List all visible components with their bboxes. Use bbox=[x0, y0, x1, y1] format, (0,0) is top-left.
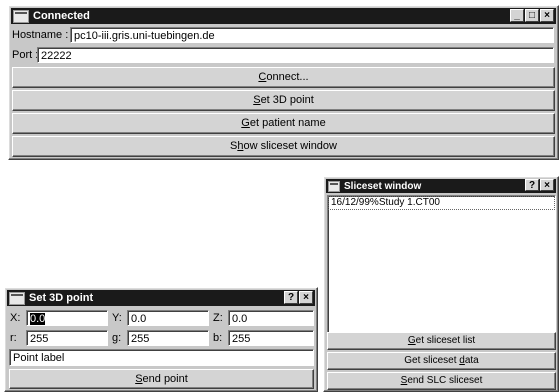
sliceset-window: Sliceset window ? × 16/12/99%Study 1.CT0… bbox=[323, 176, 559, 392]
close-button[interactable]: × bbox=[540, 179, 554, 191]
set3d-titlebar[interactable]: Set 3D point ? × bbox=[7, 290, 315, 306]
set3d-label: et 3D point bbox=[260, 94, 314, 106]
hostname-field[interactable]: pc10-iii.gris.uni-tuebingen.de bbox=[70, 27, 554, 43]
b-label: b: bbox=[213, 332, 223, 344]
close-button[interactable]: × bbox=[299, 291, 313, 304]
z-field[interactable]: 0.0 bbox=[228, 310, 314, 326]
r-label: r: bbox=[10, 332, 17, 344]
connected-titlebar[interactable]: Connected _ □ × bbox=[11, 8, 556, 24]
connect-label: onnect... bbox=[266, 71, 309, 83]
help-button[interactable]: ? bbox=[525, 179, 539, 191]
g-label: g: bbox=[112, 332, 122, 344]
get-data-prefix: Get sliceset bbox=[404, 355, 460, 366]
get-patient-name-button[interactable]: Get patient name bbox=[12, 113, 555, 134]
get-list-mnemonic: G bbox=[407, 335, 416, 346]
send-label: end point bbox=[142, 373, 188, 385]
patient-mnemonic: G bbox=[241, 117, 250, 129]
sliceset-title: Sliceset window bbox=[344, 180, 422, 192]
x-value: 0.0 bbox=[30, 313, 46, 325]
set3d-mnemonic: S bbox=[253, 94, 261, 106]
get-list-label: et sliceset list bbox=[415, 335, 476, 346]
b-field[interactable]: 255 bbox=[228, 330, 314, 346]
r-field[interactable]: 255 bbox=[26, 330, 108, 346]
minimize-button[interactable]: _ bbox=[510, 9, 524, 22]
get-sliceset-list-button[interactable]: Get sliceset list bbox=[327, 332, 556, 350]
get-data-label: ata bbox=[464, 355, 479, 366]
x-label: X: bbox=[10, 312, 21, 324]
x-field[interactable]: 0.0 bbox=[26, 310, 108, 326]
list-item[interactable]: 16/12/99%Study 1.CT00 bbox=[328, 196, 555, 210]
send-point-button[interactable]: Send point bbox=[9, 369, 314, 389]
get-sliceset-data-button[interactable]: Get sliceset data bbox=[327, 352, 556, 370]
set-3d-point-window: Set 3D point ? × X: 0.0 Y: 0.0 Z: 0.0 r:… bbox=[4, 287, 318, 392]
sliceset-titlebar[interactable]: Sliceset window ? × bbox=[326, 179, 556, 193]
set-3d-point-button[interactable]: Set 3D point bbox=[12, 90, 555, 111]
connect-button[interactable]: Connect... bbox=[12, 67, 555, 88]
patient-label: et patient name bbox=[249, 117, 326, 129]
z-label: Z: bbox=[213, 312, 223, 324]
show-sliceset-window-button[interactable]: Show sliceset window bbox=[12, 136, 555, 157]
send-mnemonic: S bbox=[135, 373, 143, 385]
y-field[interactable]: 0.0 bbox=[127, 310, 209, 326]
point-label-field[interactable]: Point label bbox=[9, 349, 314, 366]
sliceset-list[interactable]: 16/12/99%Study 1.CT00 bbox=[327, 195, 556, 347]
close-button[interactable]: × bbox=[540, 9, 554, 22]
g-field[interactable]: 255 bbox=[127, 330, 209, 346]
hostname-label: Hostname : bbox=[12, 29, 69, 41]
connected-window: Connected _ □ × Hostname : pc10-iii.gris… bbox=[8, 5, 559, 160]
y-label: Y: bbox=[112, 312, 122, 324]
set3d-title: Set 3D point bbox=[29, 292, 94, 304]
showslice-label: ow sliceset window bbox=[243, 140, 337, 152]
window-icon bbox=[9, 291, 25, 305]
send-slc-label: end SLC sliceset bbox=[407, 375, 483, 386]
window-icon bbox=[328, 180, 340, 192]
connected-title: Connected bbox=[33, 10, 90, 22]
window-icon bbox=[13, 9, 29, 23]
port-field[interactable]: 22222 bbox=[37, 47, 554, 63]
send-slc-sliceset-button[interactable]: Send SLC sliceset bbox=[327, 372, 556, 390]
port-label: Port : bbox=[12, 49, 39, 61]
help-button[interactable]: ? bbox=[284, 291, 298, 304]
maximize-button[interactable]: □ bbox=[525, 9, 539, 22]
